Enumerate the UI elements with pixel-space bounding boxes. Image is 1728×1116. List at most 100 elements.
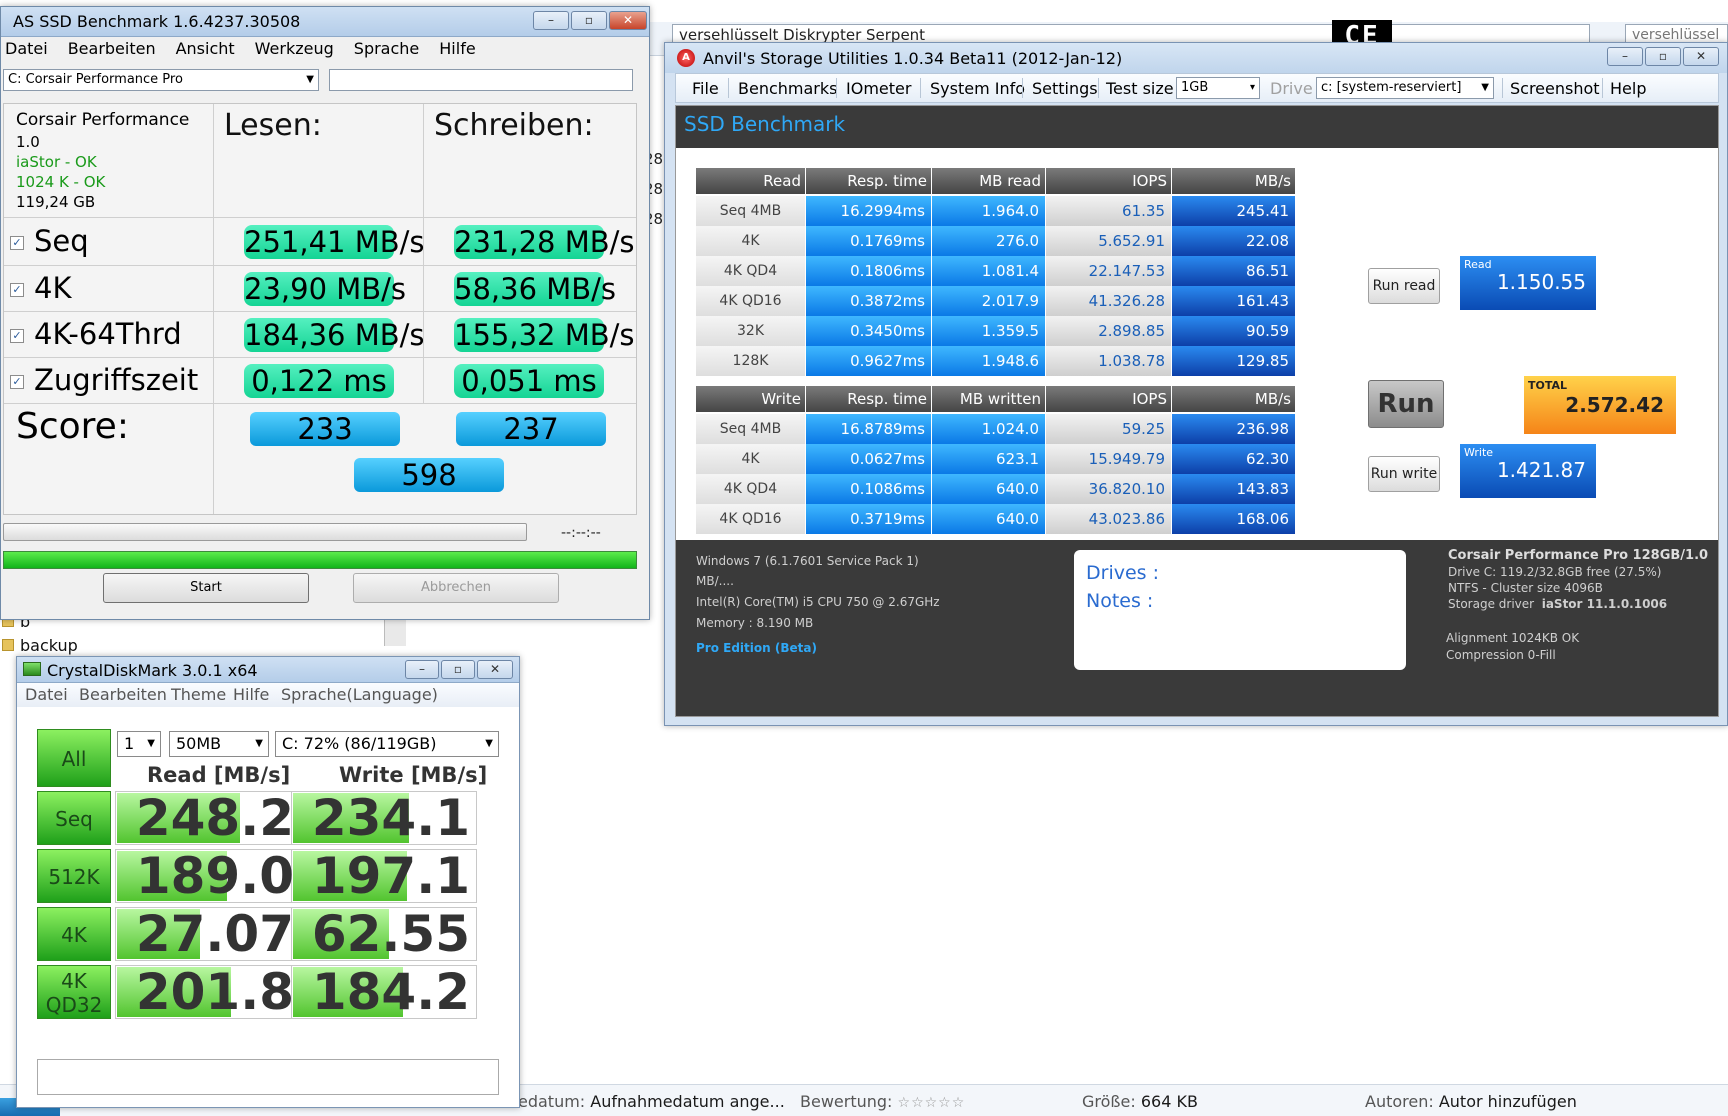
minimize-button[interactable]: – (405, 660, 439, 679)
menu-screenshot[interactable]: Screenshot (1510, 79, 1600, 98)
cancel-button[interactable]: Abbrechen (353, 573, 559, 603)
rating-field[interactable]: Bewertung: ☆☆☆☆☆ (800, 1092, 965, 1111)
comment-field[interactable] (37, 1059, 499, 1095)
maximize-button[interactable]: ▫ (441, 660, 475, 679)
seq-write-value: 231,28 MB/s (454, 225, 635, 259)
check-icon[interactable]: ✓ (10, 375, 24, 389)
menu-settings[interactable]: Settings (1032, 79, 1098, 98)
table-header: IOPS (1046, 386, 1172, 412)
memory-info: Memory : 8.190 MB (696, 616, 814, 630)
run-read-button[interactable]: Run read (1368, 268, 1440, 304)
row-test-button[interactable]: 512K (37, 849, 111, 903)
seq-read-value: 251,41 MB/s (244, 225, 425, 259)
folder-item[interactable]: backup (20, 636, 78, 655)
menu-file[interactable]: File (692, 79, 719, 98)
runs-select[interactable]: 1 ▼ (117, 731, 161, 757)
title-bar[interactable]: AS SSD Benchmark 1.6.4237.30508 – ▫ ✕ (1, 7, 649, 37)
notes-box[interactable]: Drives : Notes : (1074, 550, 1406, 670)
anvil-app-icon: A (677, 49, 695, 67)
menu-bearbeiten[interactable]: Bearbeiten (79, 685, 167, 704)
menu-benchmarks[interactable]: Benchmarks (738, 79, 837, 98)
table-cell: 1.948.6 (932, 346, 1046, 377)
row-label: 4K (696, 444, 806, 475)
menu-sprache[interactable]: Sprache (350, 37, 427, 58)
write-value: 184.2 (291, 965, 477, 1019)
check-icon[interactable]: ✓ (10, 283, 24, 297)
close-button[interactable]: ✕ (477, 660, 513, 679)
table-cell: 0.3450ms (806, 316, 932, 347)
cell: 58,36 MB/s (424, 266, 636, 312)
row-label-access[interactable]: ✓ Zugriffszeit (4, 358, 214, 404)
start-button[interactable]: Start (103, 573, 309, 603)
minimize-button[interactable]: – (1607, 47, 1643, 66)
menu-ansicht[interactable]: Ansicht (172, 37, 243, 58)
row-label-4k64[interactable]: ✓ 4K-64Thrd (4, 312, 214, 358)
minimize-button[interactable]: – (533, 11, 569, 30)
menu-datei[interactable]: Datei (25, 685, 68, 704)
run-write-button[interactable]: Run write (1368, 456, 1440, 492)
table-header: MB written (932, 386, 1046, 412)
menu-hilfe[interactable]: Hilfe (435, 37, 483, 58)
row-label: 128K (696, 346, 806, 377)
size-field: Größe: 664 KB (1082, 1092, 1198, 1111)
table-cell: 61.35 (1046, 196, 1172, 227)
row-test-button[interactable]: 4K (37, 907, 111, 961)
access-write-value: 0,051 ms (454, 364, 604, 398)
row-label-4k[interactable]: ✓ 4K (4, 266, 214, 312)
table-cell: 16.2994ms (806, 196, 932, 227)
chevron-down-icon: ▼ (306, 74, 314, 85)
menu-werkzeug[interactable]: Werkzeug (251, 37, 342, 58)
write-value: 197.1 (291, 849, 477, 903)
row-test-button[interactable]: Seq (37, 791, 111, 845)
table-header: IOPS (1046, 168, 1172, 194)
check-icon[interactable]: ✓ (10, 329, 24, 343)
row-label: 4K (696, 226, 806, 257)
write-value: 62.55 (291, 907, 477, 961)
row-test-button[interactable]: 4K QD32 (37, 965, 111, 1019)
row-label: 4K QD4 (696, 474, 806, 505)
menu-theme[interactable]: Theme (171, 685, 226, 704)
compression-info: Compression 0-Fill (1446, 648, 1556, 662)
table-cell: 0.1086ms (806, 474, 932, 505)
menu-bearbeiten[interactable]: Bearbeiten (64, 37, 164, 58)
close-button[interactable]: ✕ (1683, 47, 1719, 66)
table-header: Resp. time (806, 386, 932, 412)
authors-field[interactable]: Autoren: Autor hinzufügen (1365, 1092, 1577, 1111)
maximize-button[interactable]: ▫ (571, 11, 607, 30)
secondary-field[interactable] (329, 69, 633, 91)
all-button[interactable]: All (37, 729, 111, 787)
write-header: Schreiben: (434, 108, 594, 143)
table-cell: 2.898.85 (1046, 316, 1172, 347)
menu-language[interactable]: Sprache(Language) (281, 685, 438, 704)
close-button[interactable]: ✕ (609, 11, 647, 30)
drive-info-cell: Corsair Performance 1.0 iaStor - OK 1024… (4, 104, 214, 218)
maximize-button[interactable]: ▫ (1645, 47, 1681, 66)
test-size-select[interactable]: 1GB ▾ (1176, 77, 1260, 99)
table-header: MB read (932, 168, 1046, 194)
table-cell: 143.83 (1172, 474, 1296, 505)
score-area: 233 237 598 (214, 404, 636, 514)
check-icon[interactable]: ✓ (10, 236, 24, 250)
cell: 23,90 MB/s (214, 266, 424, 312)
menu-iometer[interactable]: IOmeter (846, 79, 911, 98)
size-select[interactable]: 50MB ▼ (169, 731, 269, 757)
edition-link[interactable]: Pro Edition (Beta) (696, 641, 817, 655)
menu-system-info[interactable]: System Info (930, 79, 1025, 98)
menu-hilfe[interactable]: Hilfe (233, 685, 269, 704)
run-button[interactable]: Run (1368, 380, 1444, 428)
row-label: 4K QD16 (696, 286, 806, 317)
row-label-seq[interactable]: ✓ Seq (4, 218, 214, 266)
drive-select[interactable]: c: [system-reserviert] ▼ (1316, 77, 1494, 99)
title-bar[interactable]: A Anvil's Storage Utilities 1.0.34 Beta1… (665, 43, 1727, 73)
menu-help[interactable]: Help (1610, 79, 1646, 98)
menu-datei[interactable]: Datei (1, 37, 56, 58)
drive-select[interactable]: C: Corsair Performance Pro ▼ (3, 69, 319, 91)
title-bar[interactable]: CrystalDiskMark 3.0.1 x64 – ▫ ✕ (17, 657, 519, 683)
test-size-label: Test size (1106, 79, 1174, 98)
table-cell: 640.0 (932, 474, 1046, 505)
score-label: Score: (16, 406, 129, 447)
overall-progress (3, 551, 637, 569)
cell: 0,051 ms (424, 358, 636, 404)
drive-size: 119,24 GB (16, 193, 96, 211)
drive-select[interactable]: C: 72% (86/119GB) ▼ (275, 731, 499, 757)
